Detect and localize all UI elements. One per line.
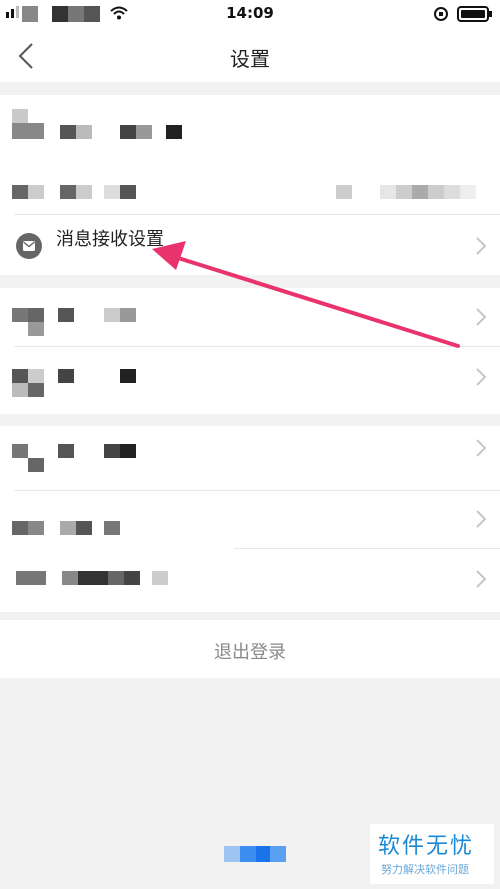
annotation-arrow <box>152 241 460 348</box>
pixelated-bottom-indicator <box>224 846 240 862</box>
watermark-subtitle: 努力解决软件问题 <box>381 863 469 876</box>
watermark-title: 软件无忧 <box>378 834 475 859</box>
